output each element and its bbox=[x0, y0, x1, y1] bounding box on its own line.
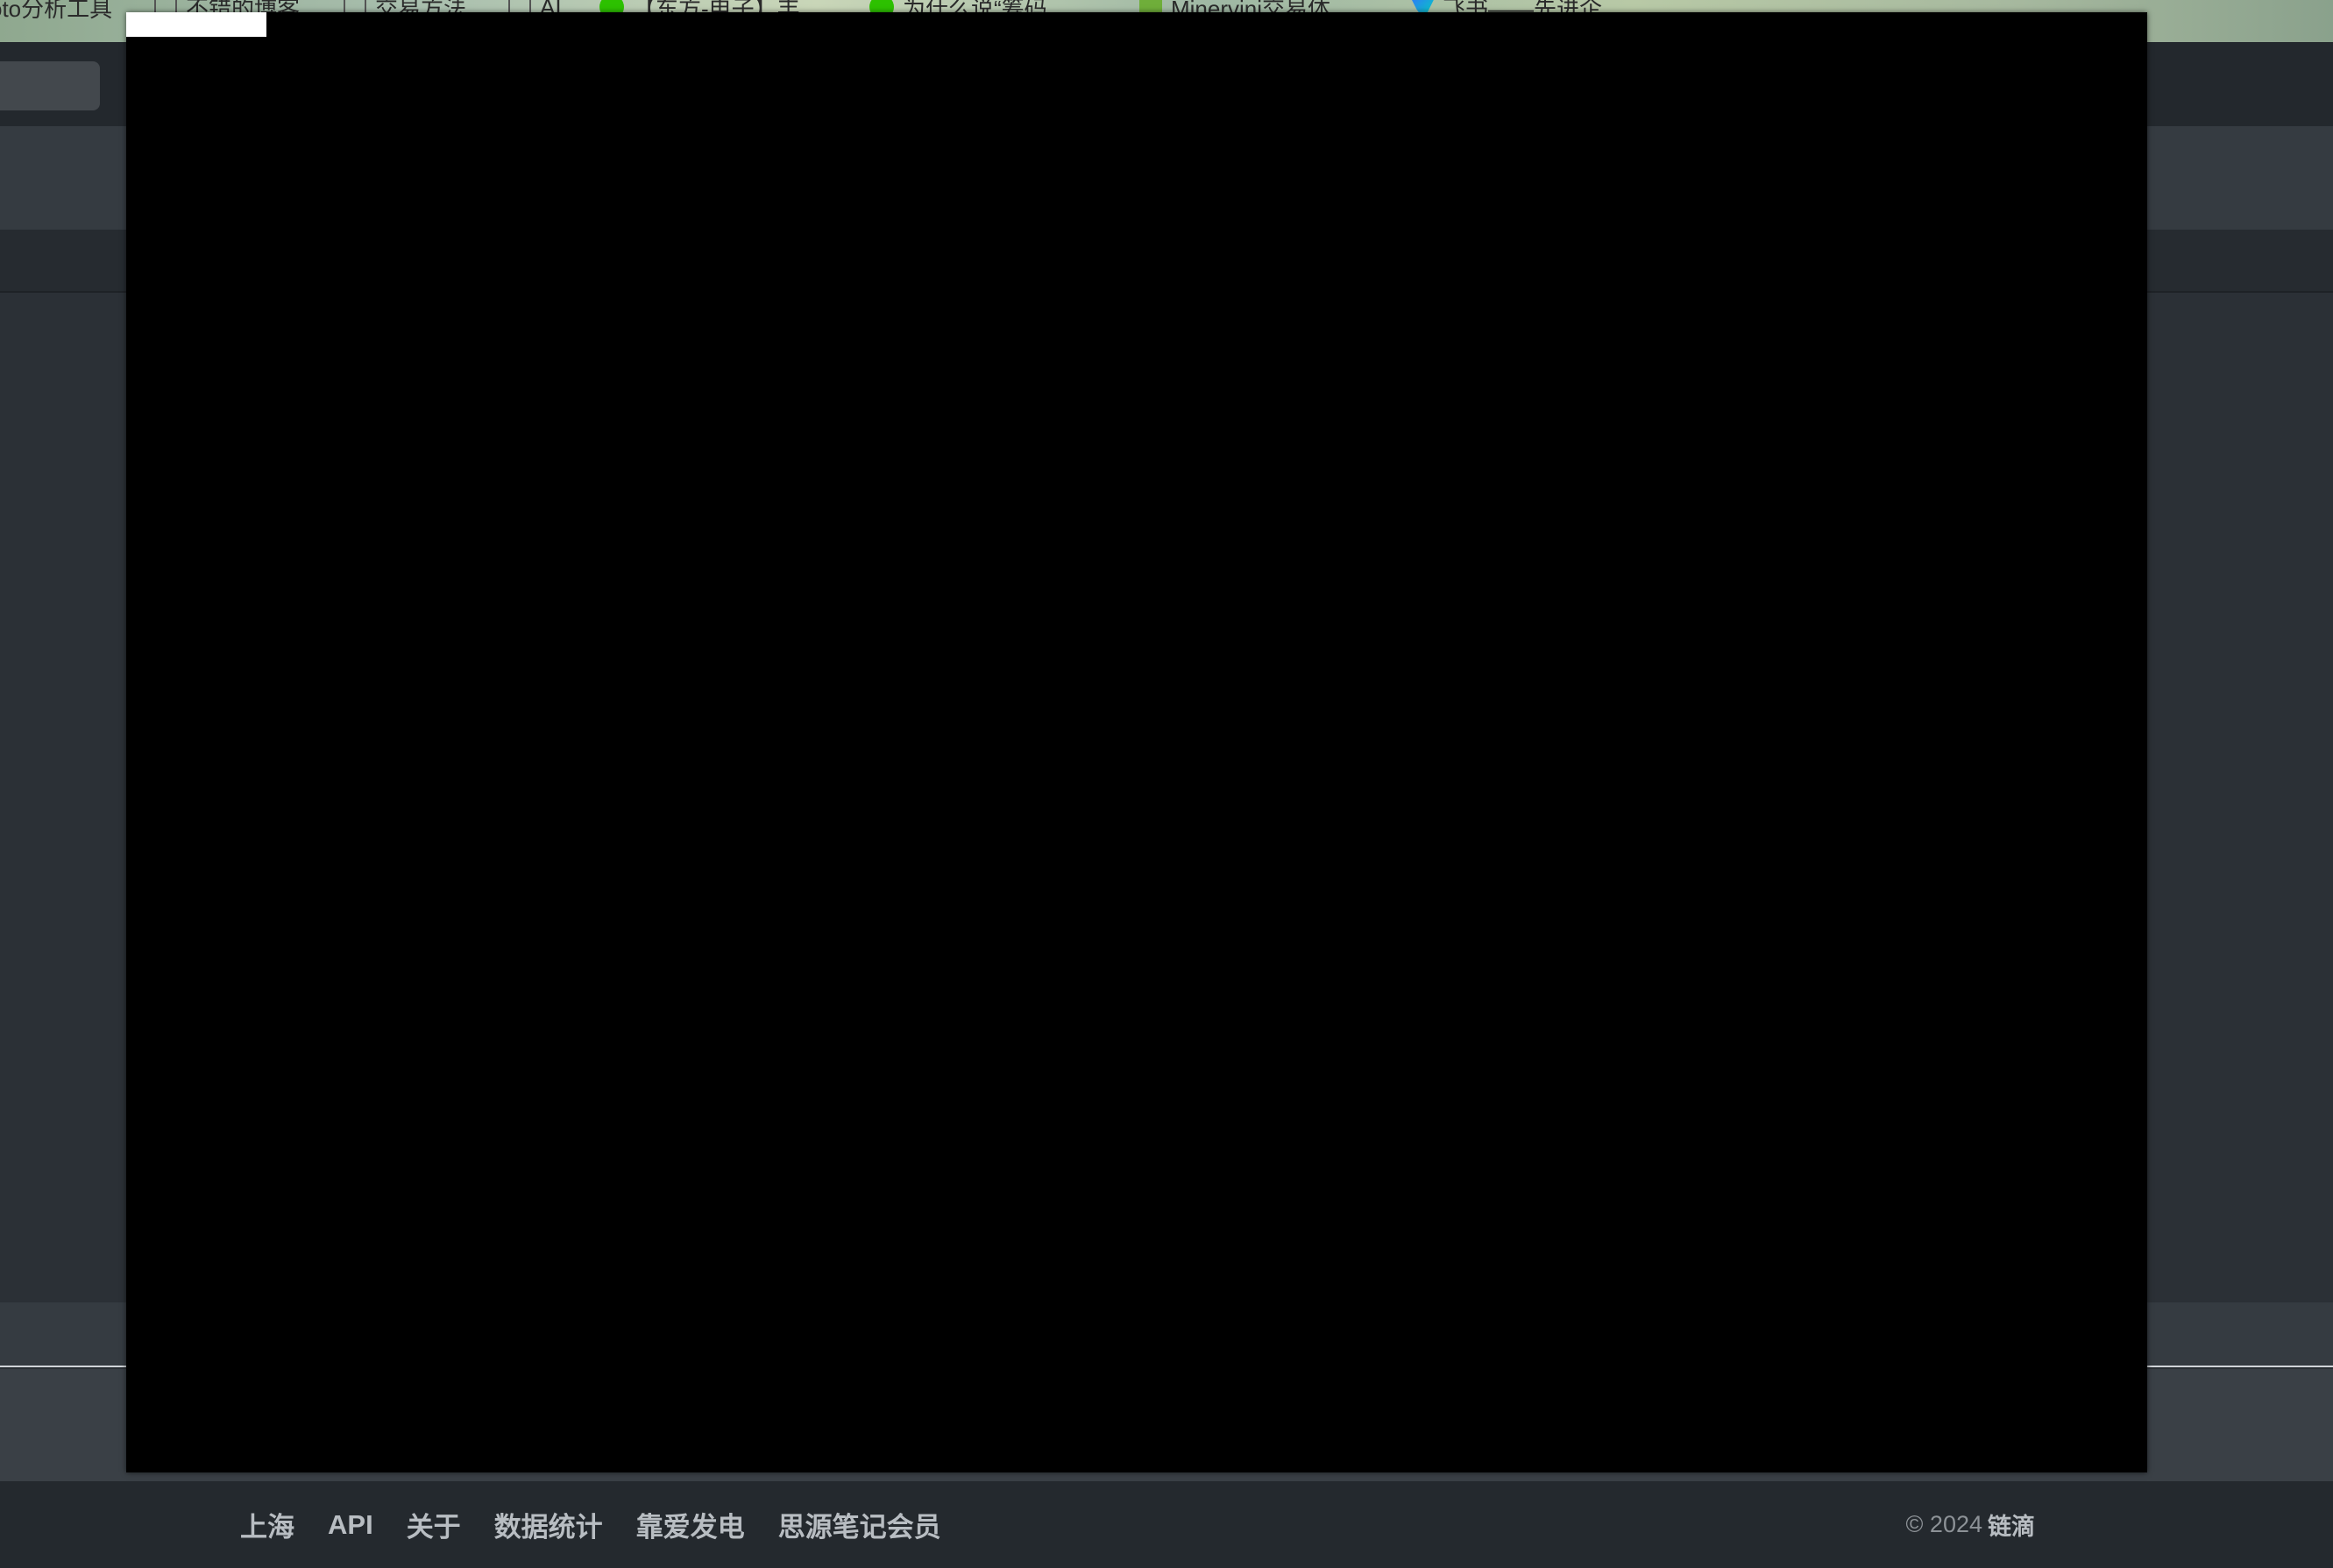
footer-link-statistics[interactable]: 数据统计 bbox=[494, 1505, 603, 1544]
footer-copyright: © 2024 链滴 bbox=[1906, 1481, 2035, 1568]
site-footer: 上海 API 关于 数据统计 靠爱发电 思源笔记会员 © 2024 链滴 bbox=[0, 1481, 2333, 1568]
bookmark-label: oto分析工具 bbox=[0, 0, 113, 22]
footer-links: 上海 API 关于 数据统计 靠爱发电 思源笔记会员 bbox=[240, 1481, 941, 1568]
footer-link-shanghai[interactable]: 上海 bbox=[240, 1505, 294, 1544]
overlay-window bbox=[126, 12, 2147, 1472]
overlay-tab bbox=[126, 12, 266, 37]
bookmark-item-analysis-tool[interactable]: oto分析工具 bbox=[0, 0, 113, 22]
footer-link-sponsor[interactable]: 靠爱发电 bbox=[636, 1505, 745, 1544]
footer-link-about[interactable]: 关于 bbox=[407, 1505, 461, 1544]
footer-brand-link[interactable]: 链滴 bbox=[1988, 1508, 2035, 1542]
footer-link-api[interactable]: API bbox=[328, 1509, 373, 1541]
copyright-text: © 2024 bbox=[1905, 1511, 1982, 1537]
footer-link-membership[interactable]: 思源笔记会员 bbox=[778, 1505, 941, 1544]
search-input[interactable] bbox=[0, 61, 100, 110]
